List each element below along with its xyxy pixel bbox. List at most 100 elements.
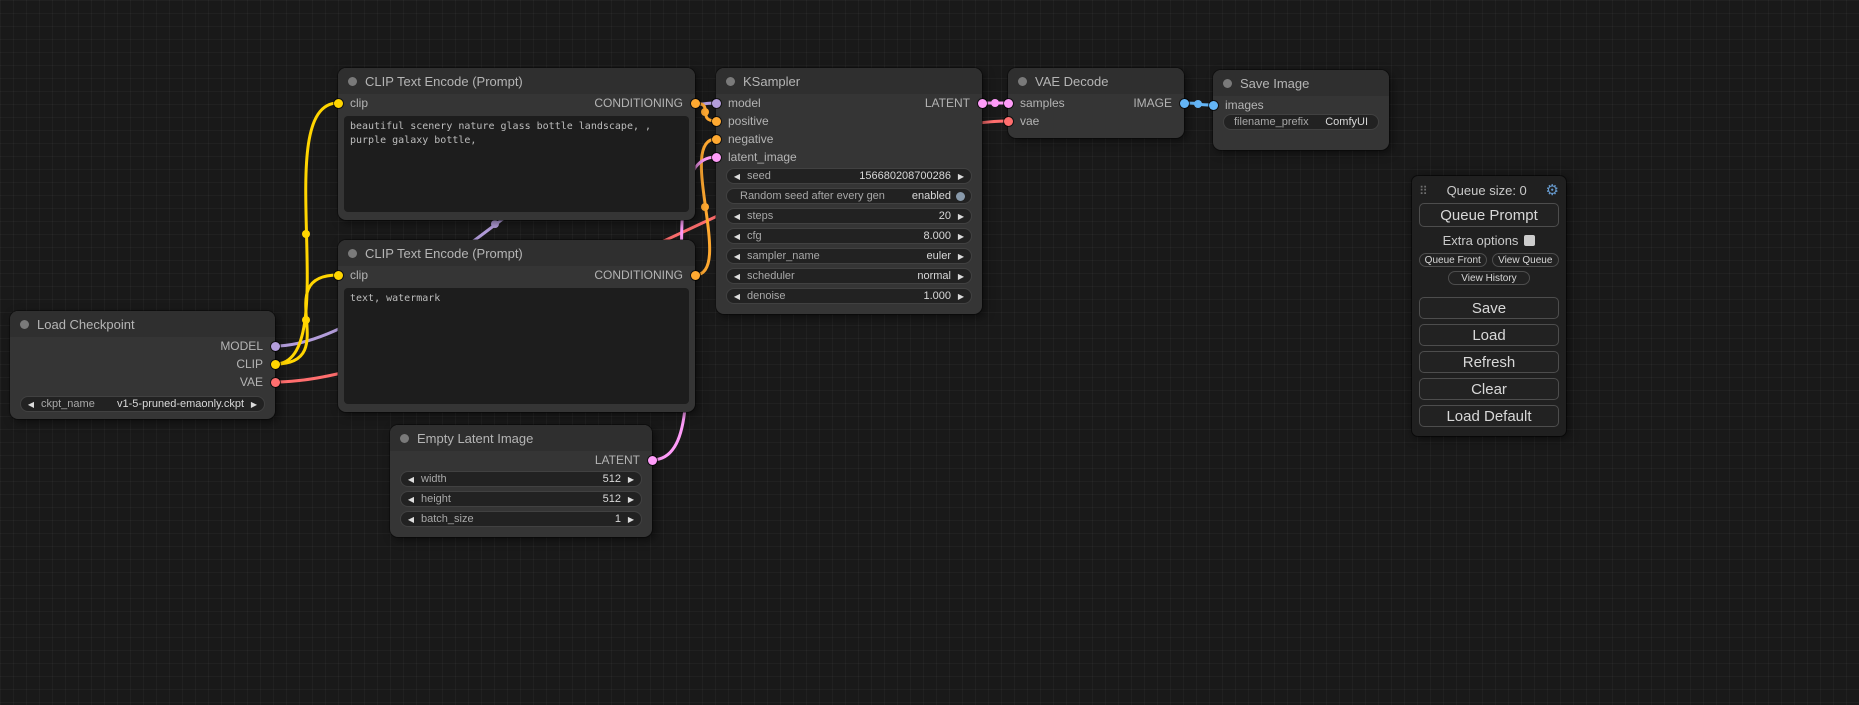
output-socket-latent[interactable] bbox=[648, 456, 657, 465]
widget-value: 1 bbox=[615, 513, 626, 525]
input-socket-samples[interactable] bbox=[1004, 99, 1013, 108]
increment-arrow-icon[interactable]: ▶ bbox=[626, 515, 636, 524]
prev-value-arrow-icon[interactable]: ◀ bbox=[26, 400, 36, 409]
steps-widget[interactable]: ◀ steps 20 ▶ bbox=[726, 208, 972, 224]
widget-value: ComfyUI bbox=[1325, 116, 1373, 128]
increment-arrow-icon[interactable]: ▶ bbox=[956, 232, 966, 241]
toggle-on-dot-icon[interactable] bbox=[956, 192, 965, 201]
decrement-arrow-icon[interactable]: ◀ bbox=[732, 292, 742, 301]
filename-prefix-widget[interactable]: filename_prefix ComfyUI bbox=[1223, 114, 1379, 130]
prompt-textarea[interactable]: text, watermark bbox=[344, 288, 689, 404]
node-title-bar[interactable]: Save Image bbox=[1213, 70, 1389, 96]
input-label-clip: clip bbox=[338, 96, 368, 110]
input-socket-images[interactable] bbox=[1209, 101, 1218, 110]
output-socket-conditioning[interactable] bbox=[691, 99, 700, 108]
increment-arrow-icon[interactable]: ▶ bbox=[956, 172, 966, 181]
decrement-arrow-icon[interactable]: ◀ bbox=[406, 475, 416, 484]
input-label-samples: samples bbox=[1008, 96, 1065, 110]
node-clip-text-encode-negative[interactable]: CLIP Text Encode (Prompt) clip CONDITION… bbox=[338, 240, 695, 412]
node-title-bar[interactable]: CLIP Text Encode (Prompt) bbox=[338, 240, 695, 266]
increment-arrow-icon[interactable]: ▶ bbox=[626, 495, 636, 504]
increment-arrow-icon[interactable]: ▶ bbox=[626, 475, 636, 484]
collapse-dot-icon[interactable] bbox=[20, 320, 29, 329]
prev-value-arrow-icon[interactable]: ◀ bbox=[732, 272, 742, 281]
decrement-arrow-icon[interactable]: ◀ bbox=[406, 515, 416, 524]
node-empty-latent-image[interactable]: Empty Latent Image LATENT ◀ width 512 ▶ … bbox=[390, 425, 652, 537]
output-socket-model[interactable] bbox=[271, 342, 280, 351]
load-button[interactable]: Load bbox=[1419, 324, 1559, 346]
next-value-arrow-icon[interactable]: ▶ bbox=[956, 252, 966, 261]
refresh-button[interactable]: Refresh bbox=[1419, 351, 1559, 373]
decrement-arrow-icon[interactable]: ◀ bbox=[732, 172, 742, 181]
input-socket-positive[interactable] bbox=[712, 117, 721, 126]
denoise-widget[interactable]: ◀ denoise 1.000 ▶ bbox=[726, 288, 972, 304]
queue-front-button[interactable]: Queue Front bbox=[1419, 253, 1487, 267]
node-title-bar[interactable]: Load Checkpoint bbox=[10, 311, 275, 337]
view-history-button[interactable]: View History bbox=[1448, 271, 1529, 285]
link-conditioning-negative-midpoint bbox=[701, 203, 709, 211]
input-socket-clip[interactable] bbox=[334, 99, 343, 108]
widget-value: 1.000 bbox=[923, 290, 956, 302]
node-load-checkpoint[interactable]: Load Checkpoint MODEL CLIP VAE ◀ ckpt_na… bbox=[10, 311, 275, 419]
output-socket-latent[interactable] bbox=[978, 99, 987, 108]
input-socket-vae[interactable] bbox=[1004, 117, 1013, 126]
output-label-latent: LATENT bbox=[925, 96, 982, 110]
collapse-dot-icon[interactable] bbox=[1223, 79, 1232, 88]
widget-label: batch_size bbox=[416, 513, 615, 525]
collapse-dot-icon[interactable] bbox=[400, 434, 409, 443]
decrement-arrow-icon[interactable]: ◀ bbox=[732, 212, 742, 221]
queue-prompt-button[interactable]: Queue Prompt bbox=[1419, 203, 1559, 227]
decrement-arrow-icon[interactable]: ◀ bbox=[732, 232, 742, 241]
output-label-vae: VAE bbox=[240, 375, 275, 389]
node-clip-text-encode-positive[interactable]: CLIP Text Encode (Prompt) clip CONDITION… bbox=[338, 68, 695, 220]
drag-handle-icon[interactable]: ⠿ bbox=[1419, 184, 1428, 198]
node-title-bar[interactable]: KSampler bbox=[716, 68, 982, 94]
collapse-dot-icon[interactable] bbox=[348, 249, 357, 258]
output-socket-vae[interactable] bbox=[271, 378, 280, 387]
node-title-bar[interactable]: VAE Decode bbox=[1008, 68, 1184, 94]
collapse-dot-icon[interactable] bbox=[726, 77, 735, 86]
load-default-button[interactable]: Load Default bbox=[1419, 405, 1559, 427]
node-title-bar[interactable]: Empty Latent Image bbox=[390, 425, 652, 451]
input-socket-negative[interactable] bbox=[712, 135, 721, 144]
collapse-dot-icon[interactable] bbox=[1018, 77, 1027, 86]
node-graph-canvas[interactable]: Load Checkpoint MODEL CLIP VAE ◀ ckpt_na… bbox=[0, 0, 1859, 705]
slot-row: images bbox=[1213, 96, 1389, 114]
input-socket-latent-image[interactable] bbox=[712, 153, 721, 162]
node-save-image[interactable]: Save Image images filename_prefix ComfyU… bbox=[1213, 70, 1389, 150]
node-title: Empty Latent Image bbox=[417, 431, 533, 446]
next-value-arrow-icon[interactable]: ▶ bbox=[249, 400, 259, 409]
input-socket-clip[interactable] bbox=[334, 271, 343, 280]
batch-size-widget[interactable]: ◀ batch_size 1 ▶ bbox=[400, 511, 642, 527]
output-socket-clip[interactable] bbox=[271, 360, 280, 369]
extra-options-checkbox[interactable] bbox=[1524, 235, 1535, 246]
width-widget[interactable]: ◀ width 512 ▶ bbox=[400, 471, 642, 487]
settings-gear-icon[interactable]: ⚙ bbox=[1546, 183, 1559, 198]
increment-arrow-icon[interactable]: ▶ bbox=[956, 292, 966, 301]
scheduler-widget[interactable]: ◀ scheduler normal ▶ bbox=[726, 268, 972, 284]
ckpt-name-widget[interactable]: ◀ ckpt_name v1-5-pruned-emaonly.ckpt ▶ bbox=[20, 396, 265, 412]
output-label-conditioning: CONDITIONING bbox=[594, 96, 695, 110]
decrement-arrow-icon[interactable]: ◀ bbox=[406, 495, 416, 504]
link-model-midpoint bbox=[491, 220, 499, 228]
increment-arrow-icon[interactable]: ▶ bbox=[956, 212, 966, 221]
height-widget[interactable]: ◀ height 512 ▶ bbox=[400, 491, 642, 507]
next-value-arrow-icon[interactable]: ▶ bbox=[956, 272, 966, 281]
comfy-menu-panel[interactable]: ⠿ Queue size: 0 ⚙ Queue Prompt Extra opt… bbox=[1412, 176, 1566, 436]
node-vae-decode[interactable]: VAE Decode samples IMAGE vae bbox=[1008, 68, 1184, 138]
prev-value-arrow-icon[interactable]: ◀ bbox=[732, 252, 742, 261]
save-button[interactable]: Save bbox=[1419, 297, 1559, 319]
sampler-name-widget[interactable]: ◀ sampler_name euler ▶ bbox=[726, 248, 972, 264]
node-title-bar[interactable]: CLIP Text Encode (Prompt) bbox=[338, 68, 695, 94]
random-seed-toggle-widget[interactable]: Random seed after every gen enabled bbox=[726, 188, 972, 204]
collapse-dot-icon[interactable] bbox=[348, 77, 357, 86]
clear-button[interactable]: Clear bbox=[1419, 378, 1559, 400]
node-ksampler[interactable]: KSampler model LATENT positive negative … bbox=[716, 68, 982, 314]
seed-widget[interactable]: ◀ seed 156680208700286 ▶ bbox=[726, 168, 972, 184]
input-socket-model[interactable] bbox=[712, 99, 721, 108]
view-queue-button[interactable]: View Queue bbox=[1492, 253, 1560, 267]
output-socket-conditioning[interactable] bbox=[691, 271, 700, 280]
prompt-textarea[interactable]: beautiful scenery nature glass bottle la… bbox=[344, 116, 689, 212]
output-socket-image[interactable] bbox=[1180, 99, 1189, 108]
cfg-widget[interactable]: ◀ cfg 8.000 ▶ bbox=[726, 228, 972, 244]
